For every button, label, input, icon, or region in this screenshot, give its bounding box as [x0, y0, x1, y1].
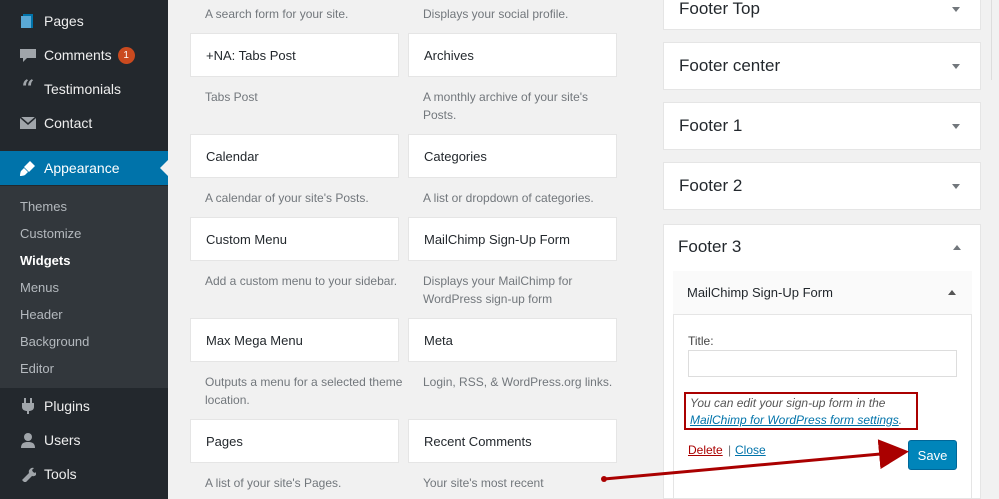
edge-scrollbar[interactable] [991, 0, 999, 80]
area-title: Footer 1 [679, 116, 743, 135]
menu-plugins[interactable]: Plugins [0, 389, 168, 423]
widget-title: Archives [424, 47, 474, 63]
paintbrush-icon [18, 158, 38, 178]
plug-icon [18, 396, 38, 416]
widget-max-mega-menu[interactable]: Max Mega Menu [190, 318, 399, 362]
widget-description: Login, RSS, & WordPress.org links. [423, 375, 613, 389]
widget-description: A list or dropdown of categories. [423, 191, 594, 205]
area-footer-top[interactable]: Footer Top [663, 0, 981, 30]
users-icon [18, 430, 38, 450]
menu-label: Pages [44, 13, 84, 29]
quote-icon: “ [21, 76, 35, 102]
widget-title: Max Mega Menu [206, 332, 303, 348]
sign-up-form-note: You can edit your sign-up form in the Ma… [684, 392, 918, 430]
widget-title: Meta [424, 332, 453, 348]
widget-description: Tabs Post [205, 90, 258, 104]
area-footer-center[interactable]: Footer center [663, 42, 981, 90]
admin-sidebar: Pages Comments 1 “ Testimonials Contact … [0, 0, 168, 499]
mail-icon [18, 113, 38, 133]
note-text: You can edit your sign-up form in the [690, 396, 886, 410]
menu-label: Testimonials [44, 81, 122, 97]
submenu-themes[interactable]: Themes [20, 199, 67, 214]
widget-description: Your site's most recent [423, 476, 544, 490]
widget-tabs-post[interactable]: +NA: Tabs Post [190, 33, 399, 77]
area-footer-1[interactable]: Footer 1 [663, 102, 981, 150]
widget-calendar[interactable]: Calendar [190, 134, 399, 178]
widget-description: A calendar of your site's Posts. [205, 191, 369, 205]
chevron-down-icon[interactable] [952, 183, 960, 189]
submenu-menus[interactable]: Menus [20, 280, 59, 295]
widget-pages[interactable]: Pages [190, 419, 399, 463]
widget-archives[interactable]: Archives [408, 33, 617, 77]
link-separator: | [728, 443, 732, 457]
menu-testimonials[interactable]: “ Testimonials [0, 72, 168, 106]
area-title: Footer Top [679, 0, 760, 18]
area-title: Footer 3 [678, 237, 742, 256]
save-button[interactable]: Save [908, 440, 957, 470]
menu-label: Comments [44, 47, 112, 63]
comment-count-badge: 1 [117, 46, 135, 64]
title-input[interactable] [688, 350, 957, 377]
widget-description: Displays your MailChimp for WordPress si… [423, 274, 573, 306]
widget-categories[interactable]: Categories [408, 134, 617, 178]
chevron-down-icon[interactable] [952, 123, 960, 129]
widget-description: Outputs a menu for a selected theme loca… [205, 375, 403, 407]
area-footer-2[interactable]: Footer 2 [663, 162, 981, 210]
chevron-down-icon[interactable] [952, 6, 960, 12]
area-title: Footer 2 [679, 176, 743, 195]
menu-appearance[interactable]: Appearance [0, 151, 168, 185]
widget-custom-menu[interactable]: Custom Menu [190, 217, 399, 261]
widget-title: +NA: Tabs Post [206, 47, 296, 63]
comments-icon [18, 45, 38, 65]
area-footer-3-header[interactable]: Footer 3 [663, 224, 981, 270]
appearance-submenu: Themes Customize Widgets Menus Header Ba… [0, 186, 168, 388]
menu-users[interactable]: Users [0, 423, 168, 457]
wrench-icon [18, 464, 38, 484]
close-link[interactable]: Close [735, 443, 766, 457]
submenu-widgets[interactable]: Widgets [20, 253, 70, 268]
form-settings-link[interactable]: MailChimp for WordPress form settings [690, 413, 899, 427]
widget-description: A monthly archive of your site's Posts. [423, 90, 589, 122]
widget-title: Calendar [206, 148, 259, 164]
widget-title: Categories [424, 148, 487, 164]
chevron-up-icon[interactable] [953, 244, 961, 250]
menu-label: Appearance [44, 160, 120, 176]
menu-tools[interactable]: Tools [0, 457, 168, 491]
menu-label: Plugins [44, 398, 90, 414]
widget-meta[interactable]: Meta [408, 318, 617, 362]
widget-description: Displays your social profile. [423, 7, 569, 21]
chevron-down-icon[interactable] [952, 63, 960, 69]
widget-recent-comments[interactable]: Recent Comments [408, 419, 617, 463]
widget-description: A search form for your site. [205, 7, 349, 21]
widget-description: Add a custom menu to your sidebar. [205, 274, 398, 288]
pages-icon [18, 11, 38, 31]
menu-contact[interactable]: Contact [0, 106, 168, 140]
submenu-background[interactable]: Background [20, 334, 89, 349]
submenu-customize[interactable]: Customize [20, 226, 81, 241]
widget-mailchimp[interactable]: MailChimp Sign-Up Form [408, 217, 617, 261]
menu-label: Users [44, 432, 81, 448]
widget-title: MailChimp Sign-Up Form [424, 231, 570, 247]
widget-title: MailChimp Sign-Up Form [687, 285, 833, 300]
menu-pages[interactable]: Pages [0, 4, 168, 38]
submenu-header[interactable]: Header [20, 307, 63, 322]
mailchimp-widget-header[interactable]: MailChimp Sign-Up Form [673, 271, 972, 315]
menu-comments[interactable]: Comments 1 [0, 38, 168, 72]
delete-link[interactable]: Delete [688, 443, 723, 457]
menu-label: Contact [44, 115, 93, 131]
chevron-up-icon[interactable] [948, 290, 956, 295]
note-end: . [898, 413, 903, 427]
widget-title: Pages [206, 433, 243, 449]
menu-label: Tools [44, 466, 77, 482]
widget-description: A list of your site's Pages. [205, 476, 342, 490]
widget-title: Custom Menu [206, 231, 287, 247]
submenu-editor[interactable]: Editor [20, 361, 54, 376]
widget-title: Recent Comments [424, 433, 532, 449]
title-label: Title: [688, 334, 714, 348]
area-title: Footer center [679, 56, 781, 75]
